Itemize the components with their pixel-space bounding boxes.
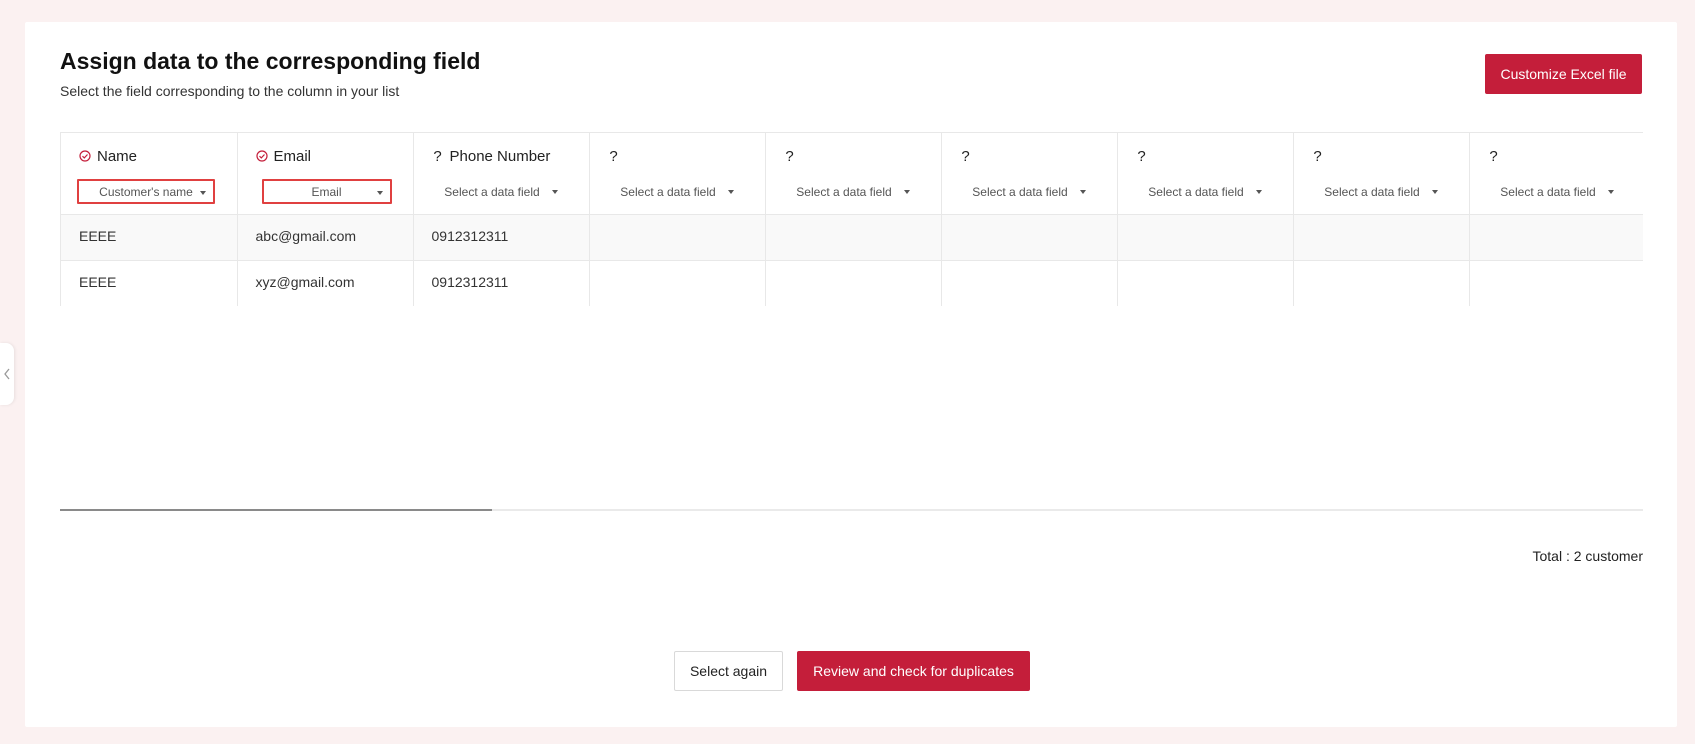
table-cell (589, 214, 766, 261)
collapse-sidebar-tab[interactable] (0, 343, 14, 405)
table-row: EEEE abc@gmail.com 0912312311 (61, 214, 1643, 261)
page-subtitle: Select the field corresponding to the co… (60, 83, 400, 99)
table-cell: 0912312311 (413, 260, 590, 306)
data-field-select-value: Select a data field (444, 184, 540, 199)
table-cell: 0912312311 (413, 214, 590, 261)
data-field-select[interactable]: Select a data field (1488, 179, 1627, 204)
question-icon: ? (785, 147, 794, 165)
question-icon: ? (1313, 147, 1322, 165)
table-cell (1117, 260, 1294, 306)
column-header-label: Email (273, 147, 312, 165)
table-cell (765, 214, 942, 261)
column-header: ? Select a data field (1117, 133, 1294, 215)
column-header: ? Select a data field (1469, 133, 1643, 215)
table-cell (941, 260, 1118, 306)
caret-down-icon (727, 189, 734, 194)
table-cell: xyz@gmail.com (237, 260, 414, 306)
caret-down-icon (1431, 189, 1438, 194)
check-circle-icon (79, 150, 91, 162)
table-cell (1117, 214, 1294, 261)
data-field-select[interactable]: Select a data field (960, 179, 1099, 204)
data-field-select-value: Select a data field (972, 184, 1068, 199)
customize-excel-button[interactable]: Customize Excel file (1485, 54, 1642, 94)
scrollbar-thumb[interactable] (60, 509, 492, 511)
data-field-select[interactable]: Select a data field (608, 179, 747, 204)
caret-down-icon (903, 189, 910, 194)
table-cell (1469, 214, 1643, 261)
table-row: EEEE xyz@gmail.com 0912312311 (61, 260, 1643, 306)
select-again-button[interactable]: Select again (674, 651, 783, 691)
table-cell: EEEE (61, 260, 238, 306)
data-field-select-value: Select a data field (1500, 184, 1596, 199)
data-field-select[interactable]: Select a data field (784, 179, 923, 204)
mapping-table: Name Customer's name Email Email? Phone Numb… (60, 132, 1643, 306)
table-cell (765, 260, 942, 306)
caret-down-icon (1607, 189, 1614, 194)
caret-down-icon (200, 191, 206, 195)
data-field-select-value: Email (311, 184, 342, 199)
table-header-row: Name Customer's name Email Email? Phone Numb… (61, 133, 1643, 215)
column-header: ? Select a data field (765, 133, 942, 215)
data-field-select-value: Select a data field (1148, 184, 1244, 199)
main-card (25, 22, 1677, 727)
question-icon: ? (961, 147, 970, 165)
question-icon: ? (1489, 147, 1498, 165)
column-header-label: Name (97, 147, 138, 165)
caret-down-icon (376, 191, 383, 195)
caret-down-icon (1255, 189, 1262, 194)
table-cell (589, 260, 766, 306)
table-cell: EEEE (61, 214, 238, 261)
horizontal-scrollbar[interactable] (60, 509, 1643, 511)
total-count: Total : 2 customer (1532, 548, 1644, 564)
data-field-select-value: Select a data field (796, 184, 892, 199)
data-field-select[interactable]: Select a data field (1312, 179, 1451, 204)
data-field-select-value: Select a data field (620, 184, 716, 199)
check-circle-icon (255, 150, 268, 162)
data-field-select[interactable]: Select a data field (1136, 179, 1275, 204)
data-field-select-value: Select a data field (1324, 184, 1420, 199)
column-header: ? Phone Number Select a data field (413, 133, 590, 215)
caret-down-icon (551, 189, 558, 194)
table-cell (1293, 214, 1470, 261)
footer-actions: Select again Review and check for duplic… (674, 651, 1030, 691)
caret-down-icon (1079, 189, 1086, 194)
page-title: Assign data to the corresponding field (60, 48, 481, 74)
question-icon: ? (433, 147, 442, 165)
review-duplicates-button[interactable]: Review and check for duplicates (797, 651, 1030, 691)
question-icon: ? (609, 147, 618, 165)
column-header: ? Select a data field (589, 133, 766, 215)
column-header: ? Select a data field (941, 133, 1118, 215)
data-field-select[interactable]: Email (261, 179, 392, 204)
column-header: Name Customer's name (61, 133, 238, 215)
data-field-select-value: Customer's name (99, 184, 193, 199)
table-cell (941, 214, 1118, 261)
question-icon: ? (1137, 147, 1146, 165)
column-header-label: Phone Number (449, 147, 551, 165)
column-header: Email Email (237, 133, 414, 215)
column-header: ? Select a data field (1293, 133, 1470, 215)
chevron-left-icon (4, 368, 10, 380)
table-cell (1469, 260, 1643, 306)
data-field-select[interactable]: Customer's name (77, 179, 215, 204)
data-field-select[interactable]: Select a data field (432, 179, 571, 204)
table-cell (1293, 260, 1470, 306)
table-cell: abc@gmail.com (237, 214, 414, 261)
